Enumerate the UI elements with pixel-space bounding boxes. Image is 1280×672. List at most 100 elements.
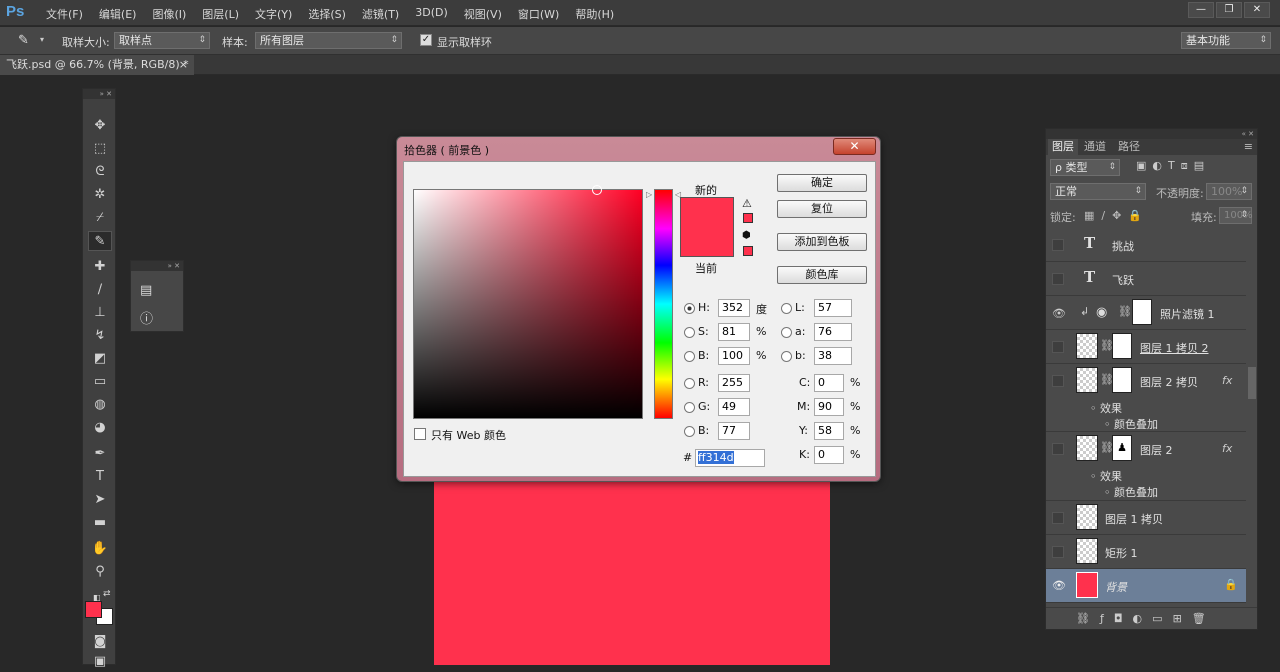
pen-tool-icon[interactable]: ✒ [88,444,112,464]
layer-row[interactable]: ⛓ ♟ 图层 2 fx ◦ 效果 ◦ 颜色叠加 [1046,432,1246,501]
menu-3d[interactable]: 3D(D) [407,6,456,22]
gamut-swatch[interactable] [743,213,753,223]
visibility-toggle[interactable] [1052,341,1064,353]
brightness-input[interactable]: 100 [718,347,750,365]
menu-file[interactable]: 文件(F) [38,6,91,22]
hue-slider[interactable] [654,189,673,419]
tab-channels[interactable]: 通道 [1084,139,1106,155]
new-layer-icon[interactable]: ⊞ [1173,612,1192,625]
hue-slider-left-arrow[interactable]: ▷ [646,190,652,199]
document-tab[interactable]: 飞跃.psd @ 66.7% (背景, RGB/8) * × [0,55,194,75]
zoom-tool-icon[interactable]: ⚲ [88,562,112,582]
lab-b-radio[interactable] [781,351,792,362]
info-panel-icon[interactable]: ⓘ [140,308,153,327]
blur-tool-icon[interactable]: ◍ [88,395,112,415]
quick-mask-icon[interactable]: ◙ [88,632,112,652]
healing-brush-icon[interactable]: ✚ [88,257,112,277]
h-radio[interactable] [684,303,695,314]
layer-row[interactable]: T 挑战 [1046,228,1246,262]
layer-row[interactable]: ⛓ 图层 1 拷贝 2 [1046,330,1246,364]
add-to-swatches-button[interactable]: 添加到色板 [777,233,867,251]
restore-button[interactable]: ❐ [1216,2,1242,18]
g-input[interactable]: 49 [718,398,750,416]
k-input[interactable]: 0 [814,446,844,464]
web-only-checkbox[interactable] [414,428,426,440]
eyedropper-icon[interactable]: ✎ [88,231,112,251]
hex-input[interactable]: ff314d [695,449,765,467]
y-input[interactable]: 58 [814,422,844,440]
workspace-select[interactable]: 基本功能 [1181,32,1271,49]
eyedropper-tool-icon[interactable]: ✎ [18,33,34,49]
show-ring-checkbox[interactable]: ✓ [420,34,432,46]
history-brush-icon[interactable]: ↯ [88,326,112,346]
fx-badge[interactable]: fx [1222,374,1232,387]
c-input[interactable]: 0 [814,374,844,392]
r-radio[interactable] [684,378,695,389]
crop-tool-icon[interactable]: ⌿ [88,208,112,228]
visibility-toggle[interactable] [1052,512,1064,524]
dialog-close-button[interactable]: ✕ [833,138,876,155]
menu-view[interactable]: 视图(V) [456,6,510,22]
visibility-toggle[interactable] [1052,546,1064,558]
foreground-color-swatch[interactable] [85,601,102,618]
a-radio[interactable] [781,327,792,338]
sample-size-select[interactable]: 取样点 [114,32,210,49]
mini-panel-header[interactable]: » ✕ [131,261,183,271]
adjustment-icon[interactable]: ◐ [1133,612,1153,625]
current-color-swatch[interactable] [680,227,734,257]
visibility-toggle[interactable] [1052,443,1064,455]
move-tool-icon[interactable]: ✥ [88,116,112,136]
a-input[interactable]: 76 [814,323,852,341]
gradient-tool-icon[interactable]: ▭ [88,372,112,392]
fx-icon[interactable]: ƒ [1100,612,1114,625]
stamp-tool-icon[interactable]: ⊥ [88,303,112,323]
h-input[interactable]: 352 [718,299,750,317]
s-input[interactable]: 81 [718,323,750,341]
trash-icon[interactable]: 🗑 [1192,612,1216,625]
tab-paths[interactable]: 路径 [1118,139,1140,155]
effects-label[interactable]: ◦ 效果 [1090,400,1122,416]
eye-icon[interactable]: 👁 [1052,579,1066,592]
blue-radio[interactable] [684,426,695,437]
effects-label[interactable]: ◦ 效果 [1090,468,1122,484]
blend-mode-select[interactable]: 正常 [1050,183,1146,200]
eye-icon[interactable]: 👁 [1052,307,1066,320]
close-tab-icon[interactable]: × [179,55,188,75]
layer-row[interactable]: 矩形 1 [1046,535,1246,569]
menu-help[interactable]: 帮助(H) [567,6,622,22]
opacity-input[interactable]: 100% [1206,183,1252,200]
brightness-radio[interactable] [684,351,695,362]
chevron-down-icon[interactable]: ▾ [40,35,44,44]
effect-item[interactable]: ◦ 颜色叠加 [1104,484,1158,500]
reset-button[interactable]: 复位 [777,200,867,218]
folder-icon[interactable]: ▭ [1152,612,1172,625]
document-canvas[interactable] [434,480,830,665]
web-cube-icon[interactable]: ⬢ [742,230,751,241]
dodge-tool-icon[interactable]: ◕ [88,418,112,438]
menu-edit[interactable]: 编辑(E) [91,6,145,22]
lasso-tool-icon[interactable]: ᘓ [88,162,112,182]
menu-layer[interactable]: 图层(L) [194,6,247,22]
r-input[interactable]: 255 [718,374,750,392]
toolbar-header[interactable]: » ✕ [83,89,115,99]
hand-tool-icon[interactable]: ✋ [88,539,112,559]
menu-image[interactable]: 图像(I) [144,6,194,22]
effect-item[interactable]: ◦ 颜色叠加 [1104,416,1158,432]
tab-layers[interactable]: 图层 [1048,139,1078,155]
shape-tool-icon[interactable]: ▬ [88,513,112,533]
filter-kind-select[interactable]: ρ 类型 [1050,159,1120,176]
visibility-toggle[interactable] [1052,375,1064,387]
warning-icon[interactable]: ⚠ [742,197,752,210]
visibility-toggle[interactable] [1052,273,1064,285]
color-field[interactable] [413,185,643,419]
lock-icons[interactable]: ▦∕✥🔒 [1084,209,1149,222]
magic-wand-tool-icon[interactable]: ✲ [88,185,112,205]
g-radio[interactable] [684,402,695,413]
color-libraries-button[interactable]: 颜色库 [777,266,867,284]
history-panel-icon[interactable]: ▤ [140,283,152,298]
link-layers-icon[interactable]: ⛓ [1076,612,1100,625]
panel-menu-icon[interactable]: ≡ [1244,139,1253,155]
default-colors-icon[interactable]: ◧ [93,593,101,602]
layer-row[interactable]: 👁 ↲ ◉ ⛓ 照片滤镜 1 [1046,296,1246,330]
fx-badge[interactable]: fx [1222,442,1232,455]
